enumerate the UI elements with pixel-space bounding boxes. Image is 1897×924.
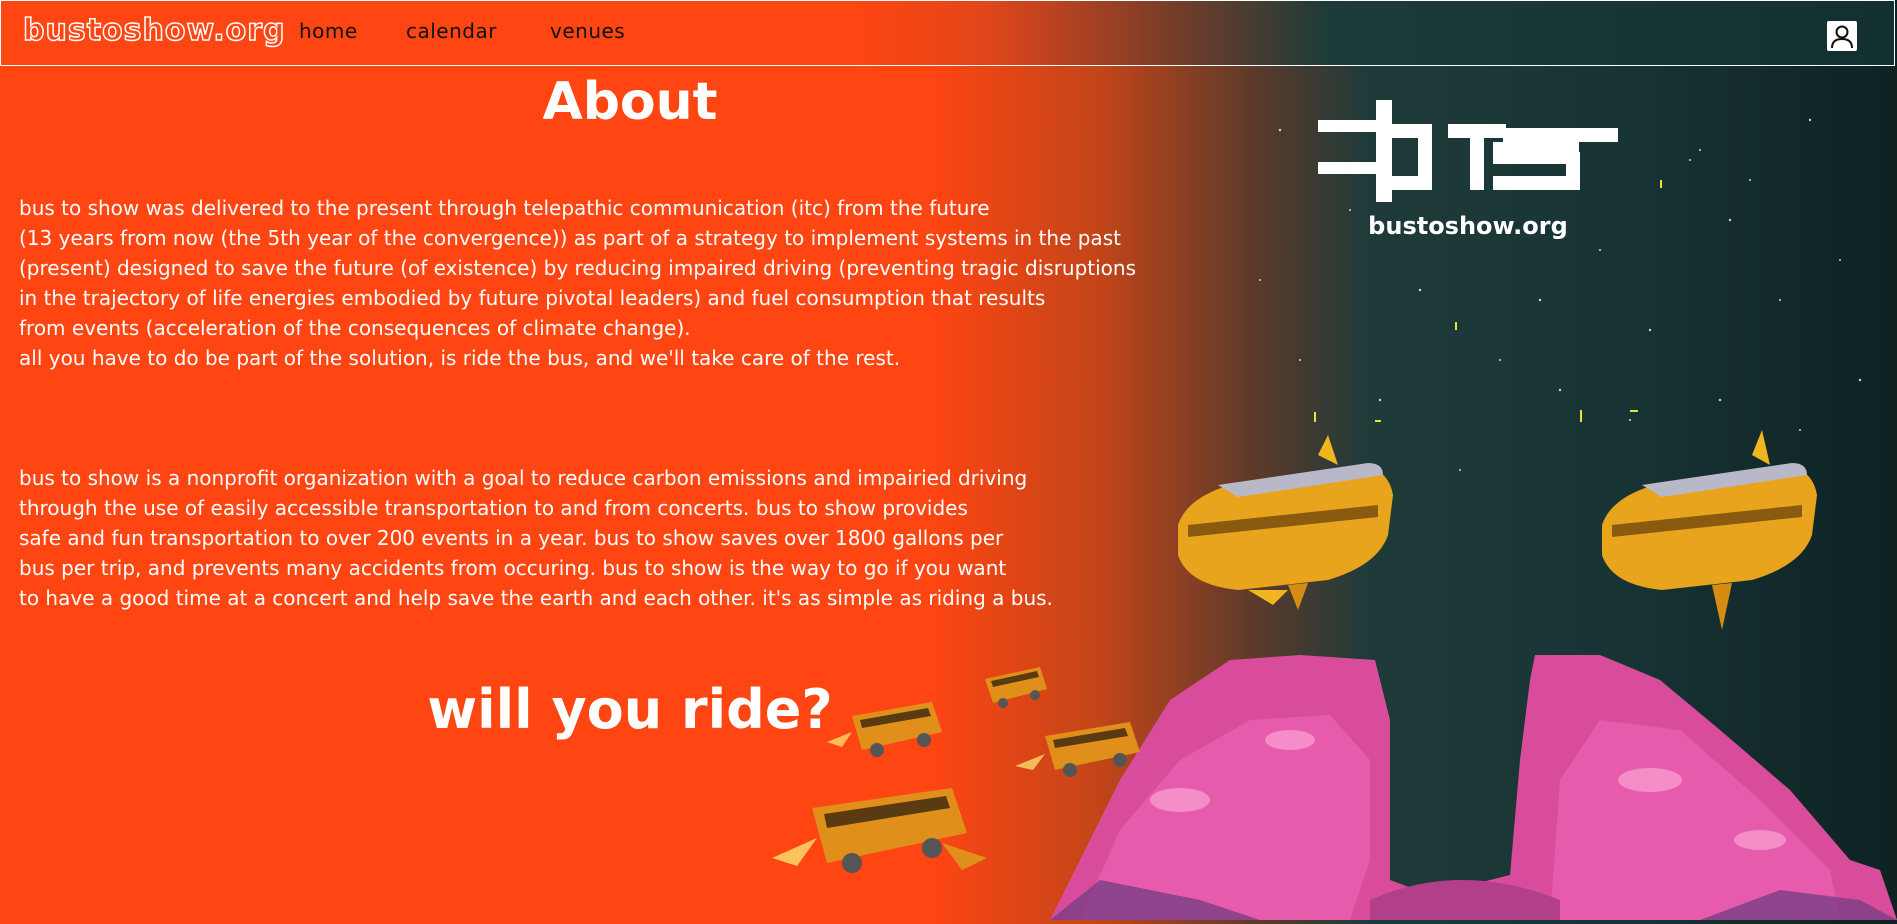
paragraph-line: (present) designed to save the future (o… — [19, 256, 1137, 280]
logo-url-text: bustoshow.org — [1368, 212, 1568, 240]
spaceship-bus — [1178, 435, 1393, 610]
about-paragraph-1: bus to show was delivered to the present… — [19, 193, 1136, 373]
nav-link-calendar[interactable]: calendar — [406, 19, 497, 43]
top-nav: bustoshow.org home calendar venues — [0, 0, 1895, 66]
paragraph-line: bus to show is a nonprofit organization … — [19, 466, 1028, 490]
paragraph-line: safe and fun transportation to over 200 … — [19, 526, 1004, 550]
flying-bus — [985, 667, 1047, 708]
paragraph-line: through the use of easily accessible tra… — [19, 496, 968, 520]
flying-bus — [1015, 722, 1140, 777]
spaceship-bus — [1602, 430, 1817, 630]
user-icon — [1831, 25, 1853, 49]
flying-bus — [827, 702, 942, 757]
pink-rock — [1050, 655, 1897, 920]
paragraph-line: in the trajectory of life energies embod… — [19, 286, 1046, 310]
nav-link-venues[interactable]: venues — [550, 19, 625, 43]
nav-link-home[interactable]: home — [299, 19, 358, 43]
paragraph-line: to have a good time at a concert and hel… — [19, 586, 1053, 610]
page-title: About — [542, 72, 718, 132]
cta-heading: will you ride? — [427, 678, 833, 741]
flying-bus — [772, 788, 987, 873]
about-paragraph-2: bus to show is a nonprofit organization … — [19, 463, 1053, 613]
paragraph-line: from events (acceleration of the consequ… — [19, 316, 691, 340]
bts-logo-mark — [1318, 100, 1618, 202]
paragraph-line: bus to show was delivered to the present… — [19, 196, 990, 220]
paragraph-line: (13 years from now (the 5th year of the … — [19, 226, 1121, 250]
brand-logo-link[interactable]: bustoshow.org — [22, 12, 286, 49]
paragraph-line: all you have to do be part of the soluti… — [19, 346, 901, 370]
paragraph-line: bus per trip, and prevents many accident… — [19, 556, 1007, 580]
account-button[interactable] — [1827, 21, 1857, 51]
